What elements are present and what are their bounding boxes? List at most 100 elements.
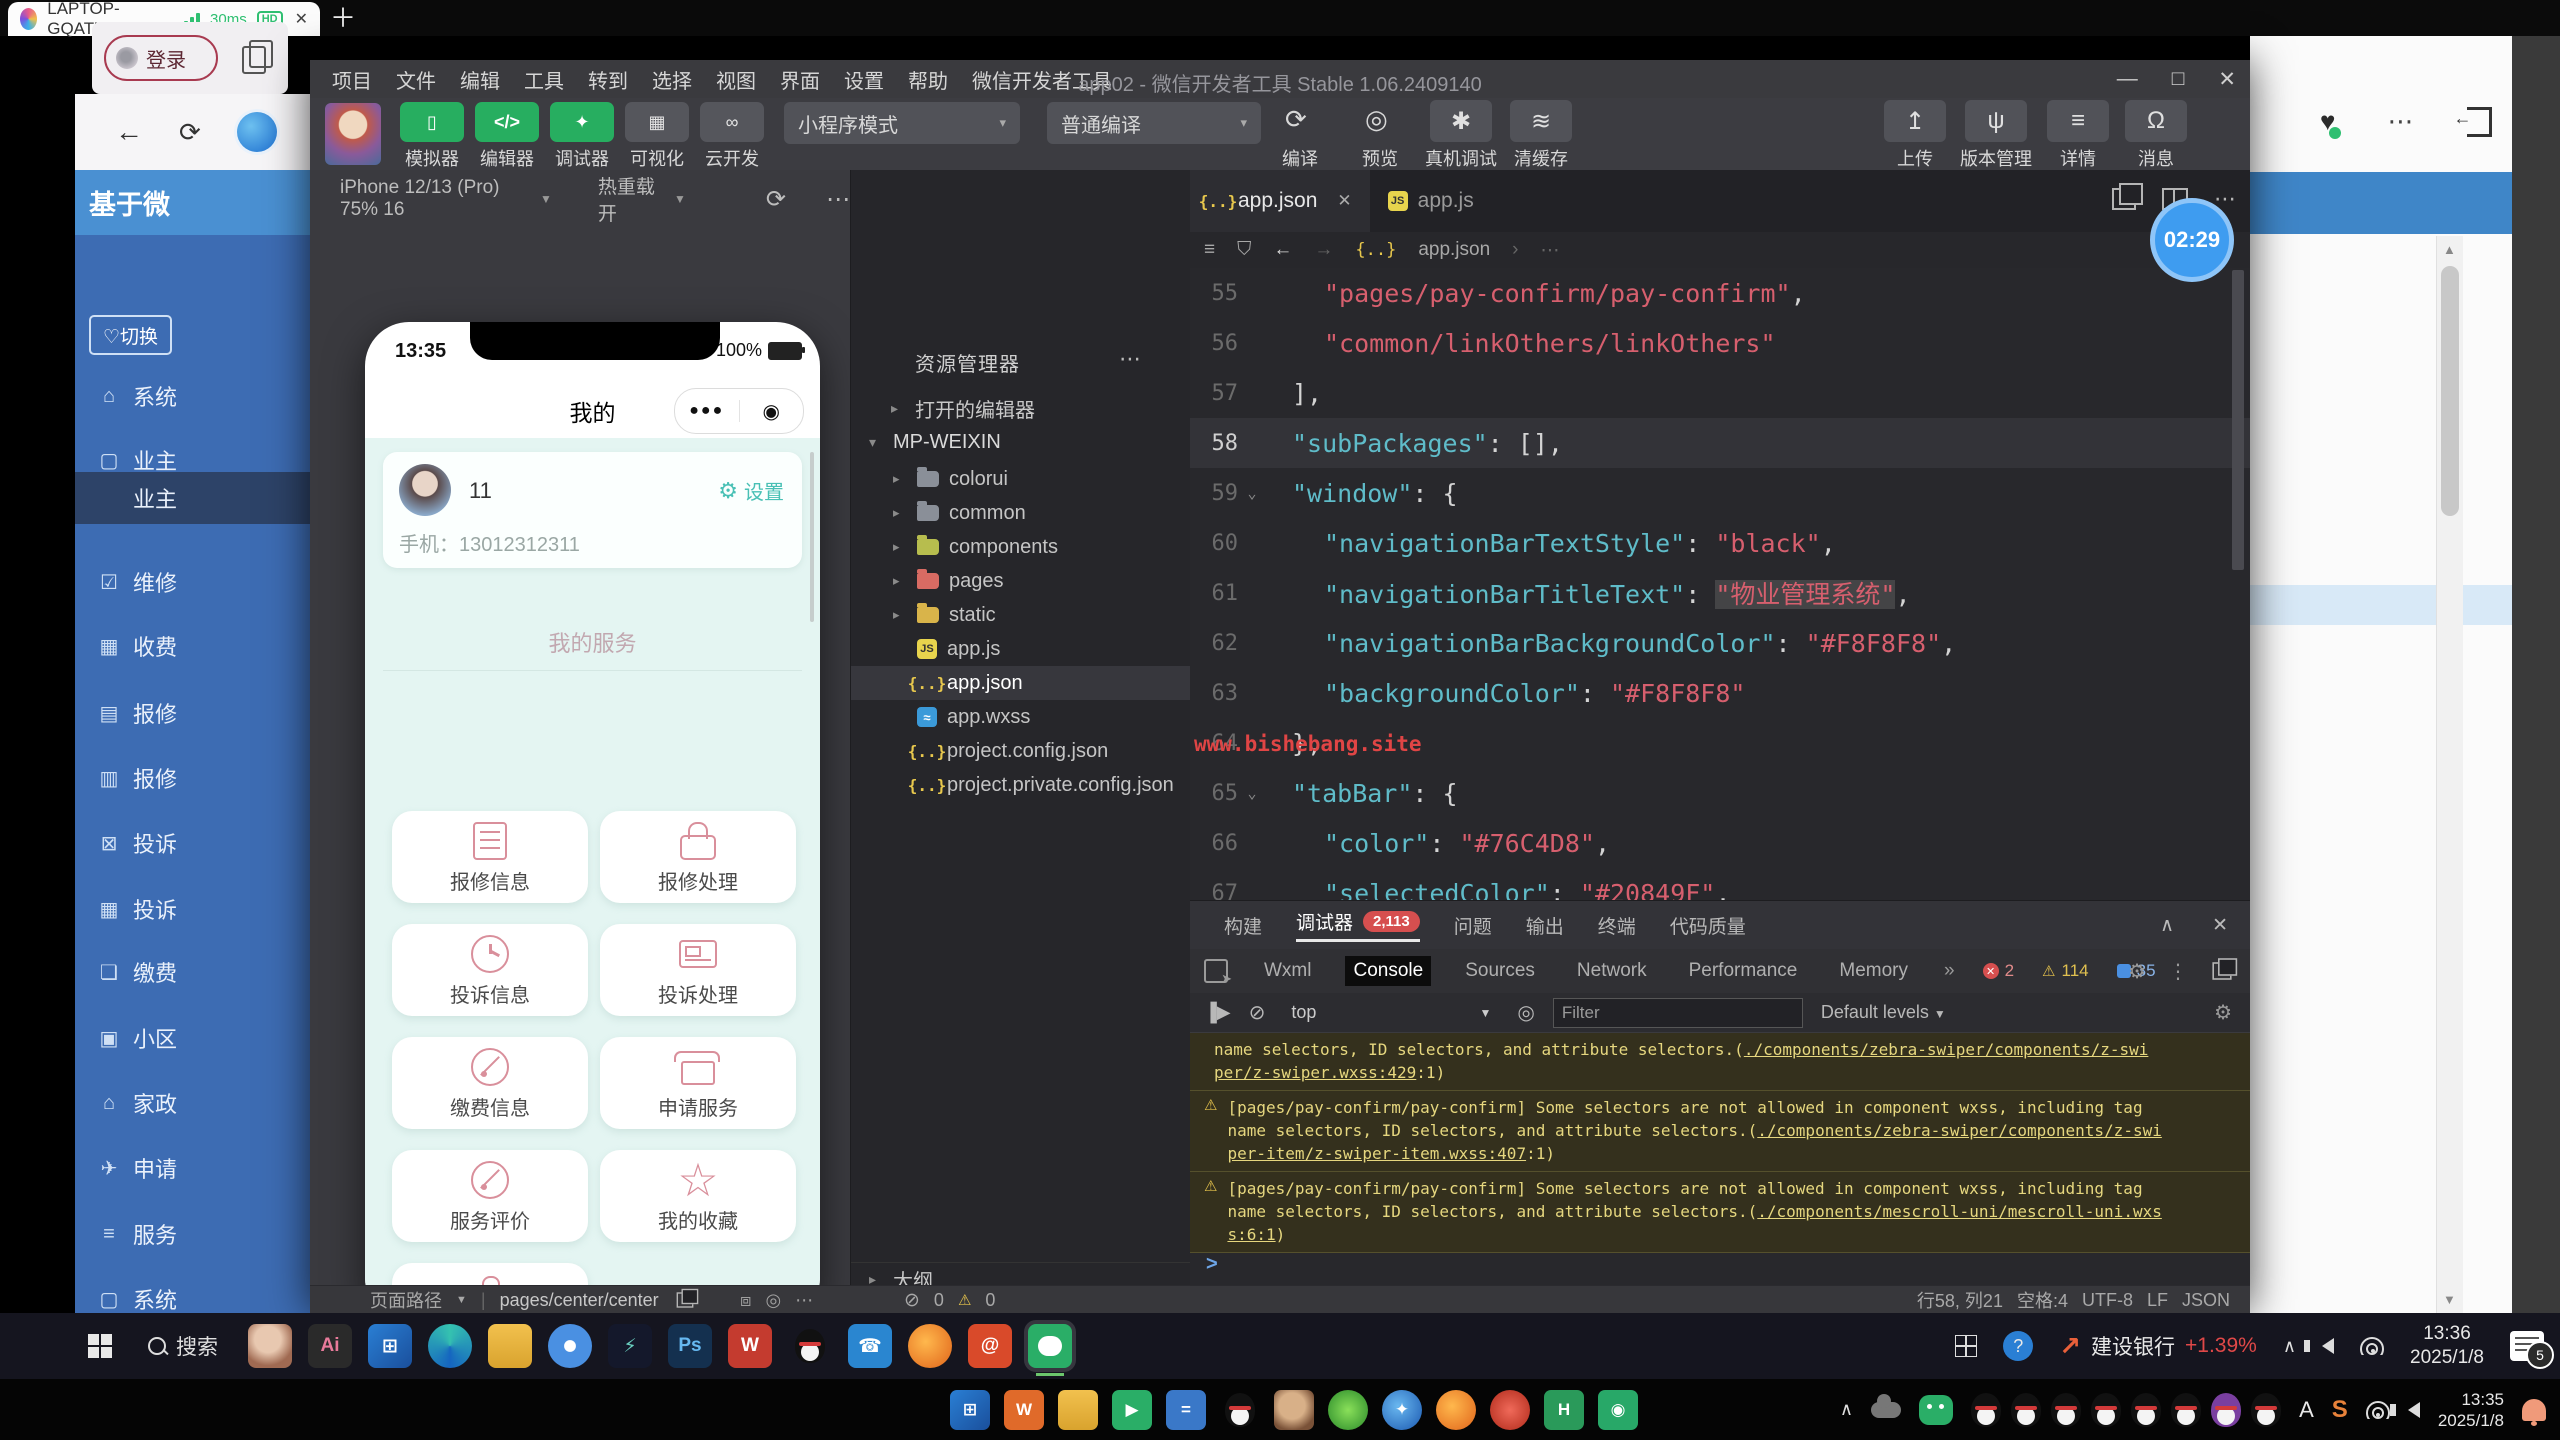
local-app-cam-green[interactable]: ◉ bbox=[1598, 1390, 1638, 1430]
sougou-icon[interactable]: S bbox=[2332, 1396, 2348, 1424]
inspect-element-icon[interactable] bbox=[1204, 959, 1228, 983]
tray-expand-icon[interactable]: ∧ bbox=[2283, 1336, 2296, 1357]
mode-dropdown[interactable]: 小程序模式▾ bbox=[784, 102, 1020, 144]
action-icon-清缓存[interactable]: ≋ bbox=[1510, 100, 1572, 142]
tree-item-colorui[interactable]: ▸colorui bbox=[851, 462, 1191, 496]
devtools-tab-Sources[interactable]: Sources bbox=[1457, 956, 1543, 986]
sidebar-item-业主[interactable]: 业主 bbox=[75, 472, 310, 524]
sidebar-item-服务[interactable]: ≡服务 bbox=[75, 1208, 310, 1260]
tab-app-js[interactable]: JS app.js bbox=[1370, 170, 1492, 232]
tree-item-components[interactable]: ▸components bbox=[851, 530, 1191, 564]
new-tab-button[interactable]: ＋ bbox=[330, 0, 356, 36]
menu-视图[interactable]: 视图 bbox=[716, 65, 756, 94]
tray-qq-icon[interactable] bbox=[2171, 1393, 2201, 1427]
sidebar-item-缴费[interactable]: ❏缴费 bbox=[75, 946, 310, 998]
sidebar-item-申请[interactable]: ✈申请 bbox=[75, 1142, 310, 1194]
tab-app-json[interactable]: {..} app.json ✕ bbox=[1190, 170, 1370, 232]
tree-item-pages[interactable]: ▸pages bbox=[851, 564, 1191, 598]
sidebar-item-小区[interactable]: ▣小区 bbox=[75, 1012, 310, 1064]
problems-error-icon[interactable]: ⊘ bbox=[904, 1289, 920, 1312]
taskbar-app-illustrator[interactable]: Ai bbox=[308, 1324, 352, 1368]
devtools-tab-Console[interactable]: Console bbox=[1345, 956, 1431, 986]
input-method-indicator[interactable]: A bbox=[2299, 1397, 2314, 1423]
menu-设置[interactable]: 设置 bbox=[844, 65, 884, 94]
sidebar-item-系统[interactable]: ▢系统 bbox=[75, 1273, 310, 1313]
toolbar-button-可视化[interactable]: ▦ bbox=[625, 102, 689, 142]
action-icon-预览[interactable]: ◎ bbox=[1365, 104, 1388, 135]
eol-setting[interactable]: LF bbox=[2147, 1290, 2168, 1311]
menu-项目[interactable]: 项目 bbox=[332, 65, 372, 94]
console-prompt[interactable]: > bbox=[1206, 1253, 1218, 1276]
taskbar-app-mail[interactable]: @ bbox=[968, 1324, 1012, 1368]
local-app-word[interactable]: W bbox=[1004, 1390, 1044, 1430]
close-tab-icon[interactable]: ✕ bbox=[1337, 191, 1351, 211]
exit-icon[interactable] bbox=[2467, 107, 2492, 137]
action-icon-上传[interactable]: ↥ bbox=[1884, 100, 1946, 142]
console-warning-1[interactable]: ⚠[pages/pay-confirm/pay-confirm] Some se… bbox=[1190, 1091, 2250, 1172]
dock-side-icon[interactable] bbox=[2212, 962, 2231, 980]
local-app-firefox[interactable] bbox=[1436, 1390, 1476, 1430]
user-avatar[interactable] bbox=[325, 103, 381, 165]
hot-reload-toggle[interactable]: 热重载 开 bbox=[598, 172, 666, 226]
collapse-panel-icon[interactable]: ∧ bbox=[2160, 914, 2174, 937]
panel-tab-构建[interactable]: 构建 bbox=[1224, 912, 1262, 939]
sidebar-item-维修[interactable]: ☑维修 bbox=[75, 556, 310, 608]
sidebar-item-投诉[interactable]: ⊠投诉 bbox=[75, 817, 310, 869]
scroll-down-icon[interactable]: ▼ bbox=[2443, 1292, 2456, 1307]
devtools-tab-Wxml[interactable]: Wxml bbox=[1256, 956, 1319, 986]
code-editor[interactable]: 55"pages/pay-confirm/pay-confirm",56"com… bbox=[1190, 268, 2250, 900]
network-icon[interactable] bbox=[2360, 1337, 2384, 1355]
separate-window-icon[interactable]: ⧈ bbox=[740, 1290, 751, 1311]
scroll-up-icon[interactable]: ▲ bbox=[2443, 242, 2456, 257]
devtools-title-bar[interactable]: 项目文件编辑工具转到选择视图界面设置帮助微信开发者工具 app02 - 微信开发… bbox=[310, 60, 2250, 98]
reload-icon[interactable]: ⟳ bbox=[179, 117, 201, 148]
menu-编辑[interactable]: 编辑 bbox=[460, 65, 500, 94]
settings-button[interactable]: ⚙ 设置 bbox=[718, 476, 784, 505]
stock-ticker[interactable]: ↗ 建设银行 +1.39% bbox=[2059, 1331, 2257, 1362]
taskbar-app-edge[interactable] bbox=[428, 1324, 472, 1368]
console-sidebar-icon[interactable]: ▐▶ bbox=[1204, 1002, 1231, 1023]
language-mode[interactable]: JSON bbox=[2182, 1290, 2230, 1311]
cloud-sync-icon[interactable] bbox=[1871, 1402, 1901, 1418]
taskbar-app-folder[interactable] bbox=[488, 1324, 532, 1368]
back-icon[interactable]: ← bbox=[115, 116, 143, 148]
editor-scrollbar[interactable] bbox=[2232, 270, 2244, 570]
page-path-dropdown[interactable]: 页面路径 bbox=[370, 1287, 442, 1313]
taskbar-app-wechat-active[interactable] bbox=[1028, 1324, 1072, 1368]
tree-item-static[interactable]: ▸static bbox=[851, 598, 1191, 632]
tray-qq-icon[interactable] bbox=[2091, 1393, 2121, 1427]
project-root[interactable]: ▾MP-WEIXIN bbox=[851, 426, 1191, 458]
minimize-button[interactable]: — bbox=[2117, 67, 2138, 91]
visibility-icon[interactable]: ◎ bbox=[765, 1290, 781, 1311]
wechat-tray-icon[interactable] bbox=[1919, 1395, 1953, 1425]
taskbar-app-win-blue[interactable]: ⊞ bbox=[368, 1324, 412, 1368]
toolbar-button-编辑器[interactable]: </> bbox=[475, 102, 539, 142]
action-icon-详情[interactable]: ≡ bbox=[2047, 100, 2109, 142]
notification-icon[interactable]: 5 bbox=[2510, 1331, 2544, 1361]
clear-console-icon[interactable]: ⊘ bbox=[1249, 1000, 1266, 1025]
local-app-win-blue[interactable]: ⊞ bbox=[950, 1390, 990, 1430]
devtools-tab-Memory[interactable]: Memory bbox=[1831, 956, 1916, 986]
login-button[interactable]: 登录 bbox=[104, 35, 218, 81]
more-tabs-icon[interactable]: » bbox=[1944, 960, 1955, 982]
panel-tab-问题[interactable]: 问题 bbox=[1454, 912, 1492, 939]
menu-工具[interactable]: 工具 bbox=[524, 65, 564, 94]
toolbar-button-云开发[interactable]: ∞ bbox=[700, 102, 764, 142]
help-icon[interactable]: ? bbox=[2003, 1331, 2033, 1361]
service-报修处理[interactable]: 报修处理 bbox=[600, 811, 796, 903]
tree-item-app.wxss[interactable]: ≈app.wxss bbox=[851, 700, 1191, 734]
encoding[interactable]: UTF-8 bbox=[2082, 1290, 2133, 1311]
start-button[interactable] bbox=[88, 1334, 112, 1358]
panel-tab-调试器[interactable]: 调试器2,113 bbox=[1296, 908, 1420, 942]
menu-文件[interactable]: 文件 bbox=[396, 65, 436, 94]
scrollbar-thumb[interactable] bbox=[2441, 266, 2459, 516]
tray-qq-icon[interactable] bbox=[2051, 1393, 2081, 1427]
service-服务评价[interactable]: 服务评价 bbox=[392, 1150, 588, 1242]
bookmark-icon[interactable]: ⛉ bbox=[1237, 239, 1251, 261]
local-app-green-dot[interactable] bbox=[1328, 1390, 1368, 1430]
tray-qq-icon[interactable] bbox=[1971, 1393, 2001, 1427]
local-volume-icon[interactable] bbox=[2408, 1402, 2420, 1418]
capsule-more-icon[interactable]: ●●● bbox=[675, 402, 739, 420]
filter-input[interactable]: Filter bbox=[1553, 998, 1803, 1028]
sidebar-item-投诉[interactable]: ▦投诉 bbox=[75, 883, 310, 935]
